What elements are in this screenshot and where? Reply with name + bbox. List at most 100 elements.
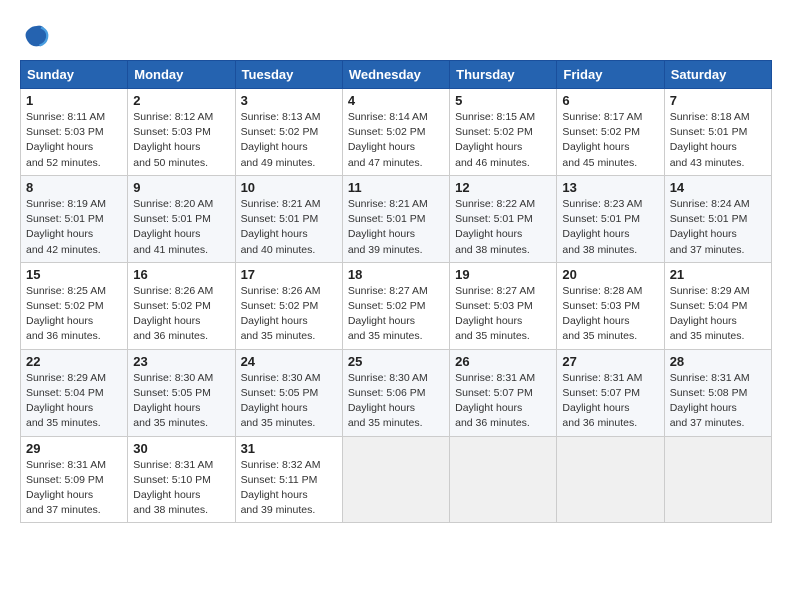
day-info: Sunrise: 8:30 AMSunset: 5:05 PMDaylight … [241, 371, 337, 432]
weekday-header-saturday: Saturday [664, 61, 771, 89]
calendar-cell [342, 436, 449, 523]
calendar-cell: 25 Sunrise: 8:30 AMSunset: 5:06 PMDayligh… [342, 349, 449, 436]
day-number: 7 [670, 93, 766, 108]
logo [20, 20, 54, 50]
day-info: Sunrise: 8:30 AMSunset: 5:06 PMDaylight … [348, 371, 444, 432]
day-info: Sunrise: 8:31 AMSunset: 5:07 PMDaylight … [562, 371, 658, 432]
day-number: 22 [26, 354, 122, 369]
day-number: 19 [455, 267, 551, 282]
day-info: Sunrise: 8:14 AMSunset: 5:02 PMDaylight … [348, 110, 444, 171]
weekday-header-monday: Monday [128, 61, 235, 89]
day-number: 17 [241, 267, 337, 282]
day-number: 4 [348, 93, 444, 108]
calendar-cell: 2 Sunrise: 8:12 AMSunset: 5:03 PMDaylight… [128, 89, 235, 176]
day-number: 15 [26, 267, 122, 282]
calendar-cell: 30 Sunrise: 8:31 AMSunset: 5:10 PMDayligh… [128, 436, 235, 523]
weekday-header-wednesday: Wednesday [342, 61, 449, 89]
calendar-cell: 12 Sunrise: 8:22 AMSunset: 5:01 PMDayligh… [450, 175, 557, 262]
week-row-2: 8 Sunrise: 8:19 AMSunset: 5:01 PMDaylight… [21, 175, 772, 262]
day-number: 14 [670, 180, 766, 195]
day-info: Sunrise: 8:29 AMSunset: 5:04 PMDaylight … [670, 284, 766, 345]
day-number: 31 [241, 441, 337, 456]
day-number: 8 [26, 180, 122, 195]
calendar-cell: 26 Sunrise: 8:31 AMSunset: 5:07 PMDayligh… [450, 349, 557, 436]
day-info: Sunrise: 8:26 AMSunset: 5:02 PMDaylight … [241, 284, 337, 345]
day-info: Sunrise: 8:31 AMSunset: 5:08 PMDaylight … [670, 371, 766, 432]
day-info: Sunrise: 8:27 AMSunset: 5:02 PMDaylight … [348, 284, 444, 345]
calendar-cell: 7Sunrise: 8:18 AMSunset: 5:01 PMDaylight… [664, 89, 771, 176]
day-info: Sunrise: 8:28 AMSunset: 5:03 PMDaylight … [562, 284, 658, 345]
calendar-cell: 4 Sunrise: 8:14 AMSunset: 5:02 PMDaylight… [342, 89, 449, 176]
calendar-cell: 24 Sunrise: 8:30 AMSunset: 5:05 PMDayligh… [235, 349, 342, 436]
day-number: 12 [455, 180, 551, 195]
calendar-cell: 23Sunrise: 8:30 AMSunset: 5:05 PMDayligh… [128, 349, 235, 436]
calendar-cell [450, 436, 557, 523]
day-info: Sunrise: 8:20 AMSunset: 5:01 PMDaylight … [133, 197, 229, 258]
calendar-cell: 29 Sunrise: 8:31 AMSunset: 5:09 PMDayligh… [21, 436, 128, 523]
calendar-cell: 27 Sunrise: 8:31 AMSunset: 5:07 PMDayligh… [557, 349, 664, 436]
day-number: 10 [241, 180, 337, 195]
day-info: Sunrise: 8:25 AMSunset: 5:02 PMDaylight … [26, 284, 122, 345]
week-row-1: 1 Sunrise: 8:11 AMSunset: 5:03 PMDaylight… [21, 89, 772, 176]
day-info: Sunrise: 8:29 AMSunset: 5:04 PMDaylight … [26, 371, 122, 432]
day-info: Sunrise: 8:31 AMSunset: 5:07 PMDaylight … [455, 371, 551, 432]
calendar-cell: 21 Sunrise: 8:29 AMSunset: 5:04 PMDayligh… [664, 262, 771, 349]
calendar-cell: 20 Sunrise: 8:28 AMSunset: 5:03 PMDayligh… [557, 262, 664, 349]
calendar-cell: 17 Sunrise: 8:26 AMSunset: 5:02 PMDayligh… [235, 262, 342, 349]
day-number: 11 [348, 180, 444, 195]
calendar-cell [557, 436, 664, 523]
calendar-cell: 10 Sunrise: 8:21 AMSunset: 5:01 PMDayligh… [235, 175, 342, 262]
calendar-table: SundayMondayTuesdayWednesdayThursdayFrid… [20, 60, 772, 523]
day-info: Sunrise: 8:21 AMSunset: 5:01 PMDaylight … [348, 197, 444, 258]
calendar-cell: 6 Sunrise: 8:17 AMSunset: 5:02 PMDaylight… [557, 89, 664, 176]
day-info: Sunrise: 8:17 AMSunset: 5:02 PMDaylight … [562, 110, 658, 171]
calendar-cell: 3 Sunrise: 8:13 AMSunset: 5:02 PMDaylight… [235, 89, 342, 176]
day-number: 27 [562, 354, 658, 369]
calendar-cell: 28 Sunrise: 8:31 AMSunset: 5:08 PMDayligh… [664, 349, 771, 436]
day-number: 29 [26, 441, 122, 456]
day-number: 24 [241, 354, 337, 369]
calendar-cell: 5 Sunrise: 8:15 AMSunset: 5:02 PMDaylight… [450, 89, 557, 176]
day-number: 6 [562, 93, 658, 108]
day-info: Sunrise: 8:21 AMSunset: 5:01 PMDaylight … [241, 197, 337, 258]
calendar-cell: 11 Sunrise: 8:21 AMSunset: 5:01 PMDayligh… [342, 175, 449, 262]
day-number: 9 [133, 180, 229, 195]
calendar-cell: 31Sunrise: 8:32 AMSunset: 5:11 PMDayligh… [235, 436, 342, 523]
day-info: Sunrise: 8:27 AMSunset: 5:03 PMDaylight … [455, 284, 551, 345]
week-row-4: 22 Sunrise: 8:29 AMSunset: 5:04 PMDayligh… [21, 349, 772, 436]
day-number: 16 [133, 267, 229, 282]
day-number: 1 [26, 93, 122, 108]
weekday-header-sunday: Sunday [21, 61, 128, 89]
day-info: Sunrise: 8:23 AMSunset: 5:01 PMDaylight … [562, 197, 658, 258]
day-info: Sunrise: 8:13 AMSunset: 5:02 PMDaylight … [241, 110, 337, 171]
day-number: 25 [348, 354, 444, 369]
day-info: Sunrise: 8:15 AMSunset: 5:02 PMDaylight … [455, 110, 551, 171]
day-number: 2 [133, 93, 229, 108]
day-info: Sunrise: 8:22 AMSunset: 5:01 PMDaylight … [455, 197, 551, 258]
day-info: Sunrise: 8:11 AMSunset: 5:03 PMDaylight … [26, 110, 122, 171]
day-info: Sunrise: 8:19 AMSunset: 5:01 PMDaylight … [26, 197, 122, 258]
day-number: 26 [455, 354, 551, 369]
day-number: 30 [133, 441, 229, 456]
day-info: Sunrise: 8:31 AMSunset: 5:10 PMDaylight … [133, 458, 229, 519]
day-number: 28 [670, 354, 766, 369]
calendar-header-row: SundayMondayTuesdayWednesdayThursdayFrid… [21, 61, 772, 89]
calendar-cell: 22 Sunrise: 8:29 AMSunset: 5:04 PMDayligh… [21, 349, 128, 436]
week-row-5: 29 Sunrise: 8:31 AMSunset: 5:09 PMDayligh… [21, 436, 772, 523]
day-number: 18 [348, 267, 444, 282]
weekday-header-tuesday: Tuesday [235, 61, 342, 89]
day-number: 20 [562, 267, 658, 282]
day-number: 3 [241, 93, 337, 108]
day-info: Sunrise: 8:30 AMSunset: 5:05 PMDaylight … [133, 371, 229, 432]
logo-icon [20, 20, 50, 50]
weekday-header-thursday: Thursday [450, 61, 557, 89]
day-info: Sunrise: 8:24 AMSunset: 5:01 PMDaylight … [670, 197, 766, 258]
day-info: Sunrise: 8:31 AMSunset: 5:09 PMDaylight … [26, 458, 122, 519]
page-header [20, 20, 772, 50]
week-row-3: 15 Sunrise: 8:25 AMSunset: 5:02 PMDayligh… [21, 262, 772, 349]
day-number: 21 [670, 267, 766, 282]
weekday-header-friday: Friday [557, 61, 664, 89]
day-number: 5 [455, 93, 551, 108]
calendar-cell [664, 436, 771, 523]
day-info: Sunrise: 8:12 AMSunset: 5:03 PMDaylight … [133, 110, 229, 171]
